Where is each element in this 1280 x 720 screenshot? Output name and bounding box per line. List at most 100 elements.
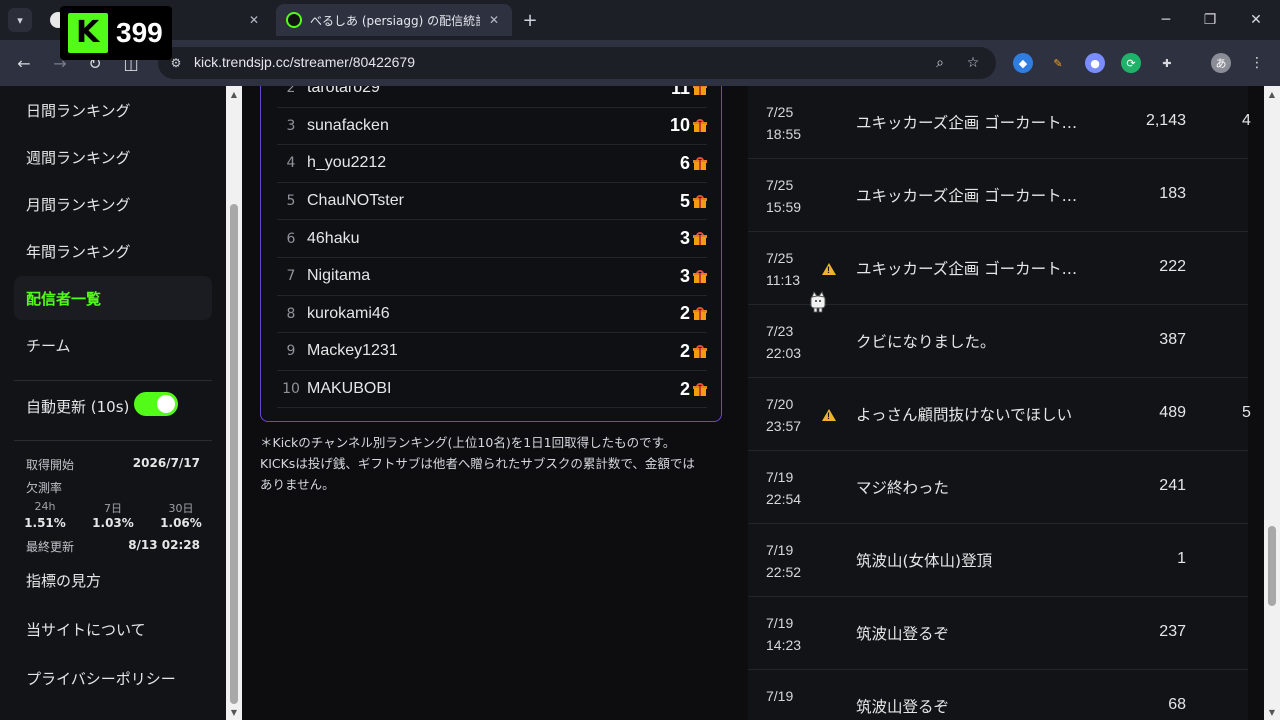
stream-time: 18:55 — [766, 126, 802, 142]
overlay-count: 399 — [116, 17, 163, 48]
stream-title[interactable]: 筑波山登るぞ — [856, 622, 1088, 644]
kick-logo: K — [68, 13, 108, 53]
nav-daily-ranking[interactable]: 日間ランキング — [14, 88, 212, 132]
search-extension-icon[interactable]: ● — [1085, 53, 1105, 73]
extension-icon[interactable]: ◆ — [1013, 53, 1033, 73]
gifter-name[interactable]: Nigitama — [305, 267, 680, 285]
stream-title[interactable]: クビになりました。 — [856, 330, 1088, 352]
close-icon[interactable]: ✕ — [486, 12, 502, 28]
scroll-up-icon[interactable]: ▲ — [1267, 89, 1277, 99]
nav-monthly-ranking[interactable]: 月間ランキング — [14, 182, 212, 226]
scroll-down-icon[interactable]: ▼ — [229, 707, 239, 717]
stream-row[interactable]: 7/19 22:52 筑波山(女体山)登頂 1 — [748, 524, 1248, 597]
stream-title[interactable]: マジ終わった — [856, 476, 1088, 498]
nav-yearly-ranking[interactable]: 年間ランキング — [14, 229, 212, 273]
ranking-row: 6 46haku 3 — [277, 220, 707, 258]
gift-icon — [693, 86, 707, 95]
rank-number: 4 — [286, 155, 296, 172]
profile-avatar[interactable]: あ — [1211, 53, 1231, 73]
gift-count: 10 — [669, 115, 690, 136]
gifter-name[interactable]: Mackey1231 — [305, 342, 680, 360]
stream-row[interactable]: 7/19 22:54 マジ終わった 241 — [748, 451, 1248, 524]
new-tab-button[interactable]: + — [520, 10, 540, 31]
close-window-icon[interactable]: ✕ — [1246, 10, 1266, 30]
tab-title: べるしあ (persiagg) の配信統計 | — [310, 13, 480, 28]
ranking-row: 9 Mackey1231 2 — [277, 333, 707, 371]
gift-icon — [693, 119, 707, 133]
stream-time: 23:57 — [766, 418, 802, 434]
minimize-icon[interactable]: ─ — [1156, 10, 1176, 30]
stream-title[interactable]: 筑波山登るぞ — [856, 695, 1088, 717]
scrollbar-thumb[interactable] — [1268, 526, 1276, 606]
stream-datetime: 7/19 14:23 — [766, 612, 801, 656]
nav-weekly-ranking[interactable]: 週間ランキング — [14, 135, 212, 179]
stream-title[interactable]: よっさん顧問抜けないでほしい — [856, 403, 1088, 425]
stream-title[interactable]: ユキッカーズ企画 ゴーカート… — [856, 111, 1088, 133]
ranking-note: ＊Kickのチャンネル別ランキング(上位10名)を1日1回取得したものです。 K… — [260, 432, 730, 495]
gift-icon — [693, 269, 707, 283]
stream-viewers: 2,143 — [1145, 112, 1186, 129]
gifter-name[interactable]: 46haku — [305, 230, 680, 248]
gift-count: 2 — [679, 303, 690, 324]
ranking-row: 5 ChauNOTster 5 — [277, 183, 707, 221]
gifter-name[interactable]: h_you2212 — [305, 154, 680, 172]
nav-team[interactable]: チーム — [14, 323, 212, 367]
stream-row[interactable]: 7/25 15:59 ユキッカーズ企画 ゴーカート… 183 — [748, 159, 1248, 232]
sync-extension-icon[interactable]: ⟳ — [1121, 53, 1141, 73]
gifter-name[interactable]: MAKUBOBI — [305, 380, 680, 398]
page-scrollbar[interactable]: ▲ ▼ — [1264, 86, 1280, 720]
stream-row[interactable]: 7/19 14:23 筑波山登るぞ 237 — [748, 597, 1248, 670]
rank-number: 8 — [286, 305, 296, 322]
gifter-name[interactable]: tarotaro29 — [305, 86, 671, 97]
auto-refresh-toggle[interactable] — [134, 392, 178, 416]
link-privacy-policy[interactable]: プライバシーポリシー — [14, 656, 212, 700]
url-text[interactable]: kick.trendsjp.cc/streamer/80422679 — [194, 54, 415, 70]
stream-viewers: 222 — [1159, 258, 1186, 275]
link-about-site[interactable]: 当サイトについて — [14, 607, 212, 651]
bookmark-star-icon[interactable]: ☆ — [963, 53, 983, 73]
gifter-name[interactable]: sunafacken — [305, 117, 670, 135]
stream-time: 22:03 — [766, 345, 802, 361]
gift-icon — [693, 382, 707, 396]
pen-extension-icon[interactable]: ✎ — [1048, 53, 1068, 73]
stream-row[interactable]: 7/25 18:55 ユキッカーズ企画 ゴーカート… 2,143 4 — [748, 86, 1251, 159]
warning-icon: ! — [822, 263, 836, 275]
link-metrics-guide[interactable]: 指標の見方 — [14, 558, 212, 602]
zoom-icon[interactable]: ⌕ — [930, 53, 950, 73]
gift-count: 2 — [679, 340, 690, 361]
address-bar[interactable]: ⚙ kick.trendsjp.cc/streamer/80422679 ⌕ ☆ — [158, 47, 996, 79]
gifter-name[interactable]: kurokami46 — [305, 305, 680, 323]
gift-count: 11 — [670, 86, 690, 98]
warning-icon: ! — [822, 409, 836, 421]
cat-cursor-icon — [810, 290, 826, 313]
scrollbar-thumb[interactable] — [230, 204, 238, 704]
stream-row[interactable]: 7/20 23:57! よっさん顧問抜けないでほしい 489 5 — [748, 378, 1251, 451]
sidebar-divider — [14, 380, 212, 381]
menu-kebab-icon[interactable]: ⋮ — [1247, 53, 1267, 73]
stream-title[interactable]: 筑波山(女体山)登頂 — [856, 549, 1088, 571]
gifter-name[interactable]: ChauNOTster — [305, 192, 680, 210]
stream-datetime: 7/20 23:57 — [766, 393, 801, 437]
gift-count: 5 — [679, 190, 690, 211]
ranking-row: 3 sunafacken 10 — [277, 108, 707, 146]
stream-row[interactable]: 7/23 22:03 クビになりました。 387 — [748, 305, 1248, 378]
browser-toolbar: ← → ↻ ◫ ⚙ kick.trendsjp.cc/streamer/8042… — [0, 40, 1280, 86]
stream-title[interactable]: ユキッカーズ企画 ゴーカート… — [856, 257, 1088, 279]
sidebar-scrollbar[interactable]: ▲ ▼ — [226, 86, 242, 720]
browser-tab-2[interactable]: べるしあ (persiagg) の配信統計 | ✕ — [276, 4, 512, 36]
stream-title[interactable]: ユキッカーズ企画 ゴーカート… — [856, 184, 1088, 206]
nav-streamer-list[interactable]: 配信者一覧 — [14, 276, 212, 320]
rank-number: 6 — [286, 230, 296, 247]
note-line: KICKsは投げ銭、ギフトサブは他者へ贈られたサブスクの累計数で、金額では — [260, 456, 695, 471]
tab-search-icon[interactable]: ▾ — [8, 8, 32, 32]
scroll-down-icon[interactable]: ▼ — [1267, 707, 1277, 717]
close-icon[interactable]: ✕ — [246, 12, 262, 28]
stream-row[interactable]: 7/19 筑波山登るぞ 68 — [748, 670, 1248, 720]
back-icon[interactable]: ← — [14, 53, 34, 73]
restore-icon[interactable]: ❐ — [1200, 10, 1220, 30]
extensions-puzzle-icon[interactable]: ✚ — [1157, 53, 1177, 73]
stream-time: 15:59 — [766, 199, 802, 215]
rate-value-24h: 1.51% — [24, 516, 66, 530]
scroll-up-icon[interactable]: ▲ — [229, 89, 239, 99]
stream-viewers: 1 — [1177, 550, 1186, 567]
